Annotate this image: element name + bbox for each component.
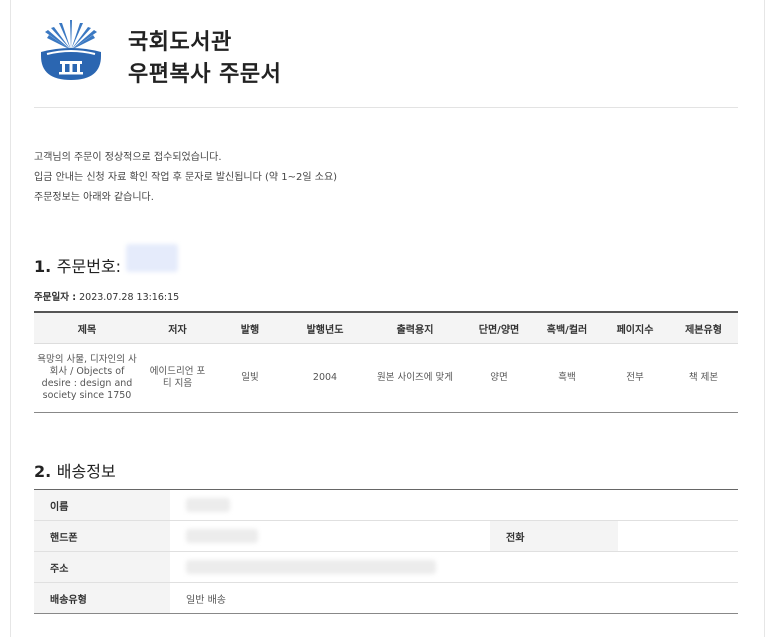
confirmation-message-line2: 입금 안내는 신청 자료 확인 작업 후 문자로 발신됩니다 (약 1~2일 소… — [34, 172, 338, 183]
order-number-heading: 1. 주문번호: — [34, 253, 121, 277]
cell-title: 욕망의 사물, 디자인의 사회사 / Objects of desire : d… — [34, 343, 140, 413]
shipping-info-table: 이름 핸드폰 전화 주소 배송유형 일반 배송 — [34, 489, 738, 614]
address-value — [170, 551, 738, 583]
cell-sides: 양면 — [465, 343, 533, 413]
order-table-header-row: 제목 저자 발행 발행년도 출력용지 단면/양면 흑백/컬러 페이지수 제본유형 — [34, 311, 738, 344]
order-number-label: 주문번호: — [56, 257, 122, 276]
order-section-number: 1. — [34, 257, 52, 276]
confirmation-message-line1: 고객님의 주문이 정상적으로 접수되었습니다. — [34, 152, 222, 163]
shipping-row-name: 이름 — [34, 489, 738, 521]
order-items-table: 제목 저자 발행 발행년도 출력용지 단면/양면 흑백/컬러 페이지수 제본유형… — [34, 311, 738, 413]
telephone-label: 전화 — [490, 520, 618, 552]
shipping-info-heading: 2. 배송정보 — [34, 458, 116, 482]
cell-pages: 전부 — [601, 343, 669, 413]
shipping-row-address: 주소 — [34, 551, 738, 583]
order-date-value: 2023.07.28 13:16:15 — [79, 292, 180, 303]
document-title: 우편복사 주문서 — [128, 62, 282, 87]
cell-year: 2004 — [285, 343, 365, 413]
column-header-binding: 제본유형 — [669, 311, 738, 344]
column-header-author: 저자 — [140, 311, 215, 344]
national-assembly-library-logo — [41, 20, 101, 80]
shipping-info-label: 배송정보 — [56, 462, 116, 481]
table-row: 욕망의 사물, 디자인의 사회사 / Objects of desire : d… — [34, 343, 738, 413]
address-redacted — [186, 560, 436, 574]
address-label: 주소 — [34, 551, 170, 583]
cell-paper: 원본 사이즈에 맞게 — [365, 343, 465, 413]
telephone-value — [618, 520, 738, 552]
column-header-sides: 단면/양면 — [465, 311, 533, 344]
mobile-label: 핸드폰 — [34, 520, 170, 552]
cell-binding: 책 제본 — [669, 343, 738, 413]
delivery-type-value: 일반 배송 — [170, 582, 738, 614]
library-name: 국회도서관 — [128, 30, 232, 55]
shipping-row-type: 배송유형 일반 배송 — [34, 582, 738, 614]
mobile-redacted — [186, 529, 258, 543]
column-header-publisher: 발행 — [215, 311, 285, 344]
header-divider — [34, 107, 738, 108]
shipping-row-phone: 핸드폰 전화 — [34, 520, 738, 552]
column-header-pages: 페이지수 — [601, 311, 669, 344]
name-label: 이름 — [34, 489, 170, 521]
column-header-color: 흑백/컬러 — [533, 311, 601, 344]
order-date-label: 주문일자 : — [34, 292, 77, 303]
name-redacted — [186, 498, 230, 512]
cell-color: 흑백 — [533, 343, 601, 413]
name-value — [170, 489, 738, 521]
column-header-title: 제목 — [34, 311, 140, 344]
column-header-year: 발행년도 — [285, 311, 365, 344]
shipping-section-number: 2. — [34, 462, 52, 481]
cell-publisher: 일빛 — [215, 343, 285, 413]
column-header-paper: 출력용지 — [365, 311, 465, 344]
cell-author: 에이드리언 포티 지음 — [140, 343, 215, 413]
mobile-value — [170, 520, 490, 552]
order-date: 주문일자 : 2023.07.28 13:16:15 — [34, 289, 179, 303]
delivery-type-label: 배송유형 — [34, 582, 170, 614]
order-number-redacted — [126, 244, 178, 272]
confirmation-message-line3: 주문정보는 아래와 같습니다. — [34, 192, 154, 203]
